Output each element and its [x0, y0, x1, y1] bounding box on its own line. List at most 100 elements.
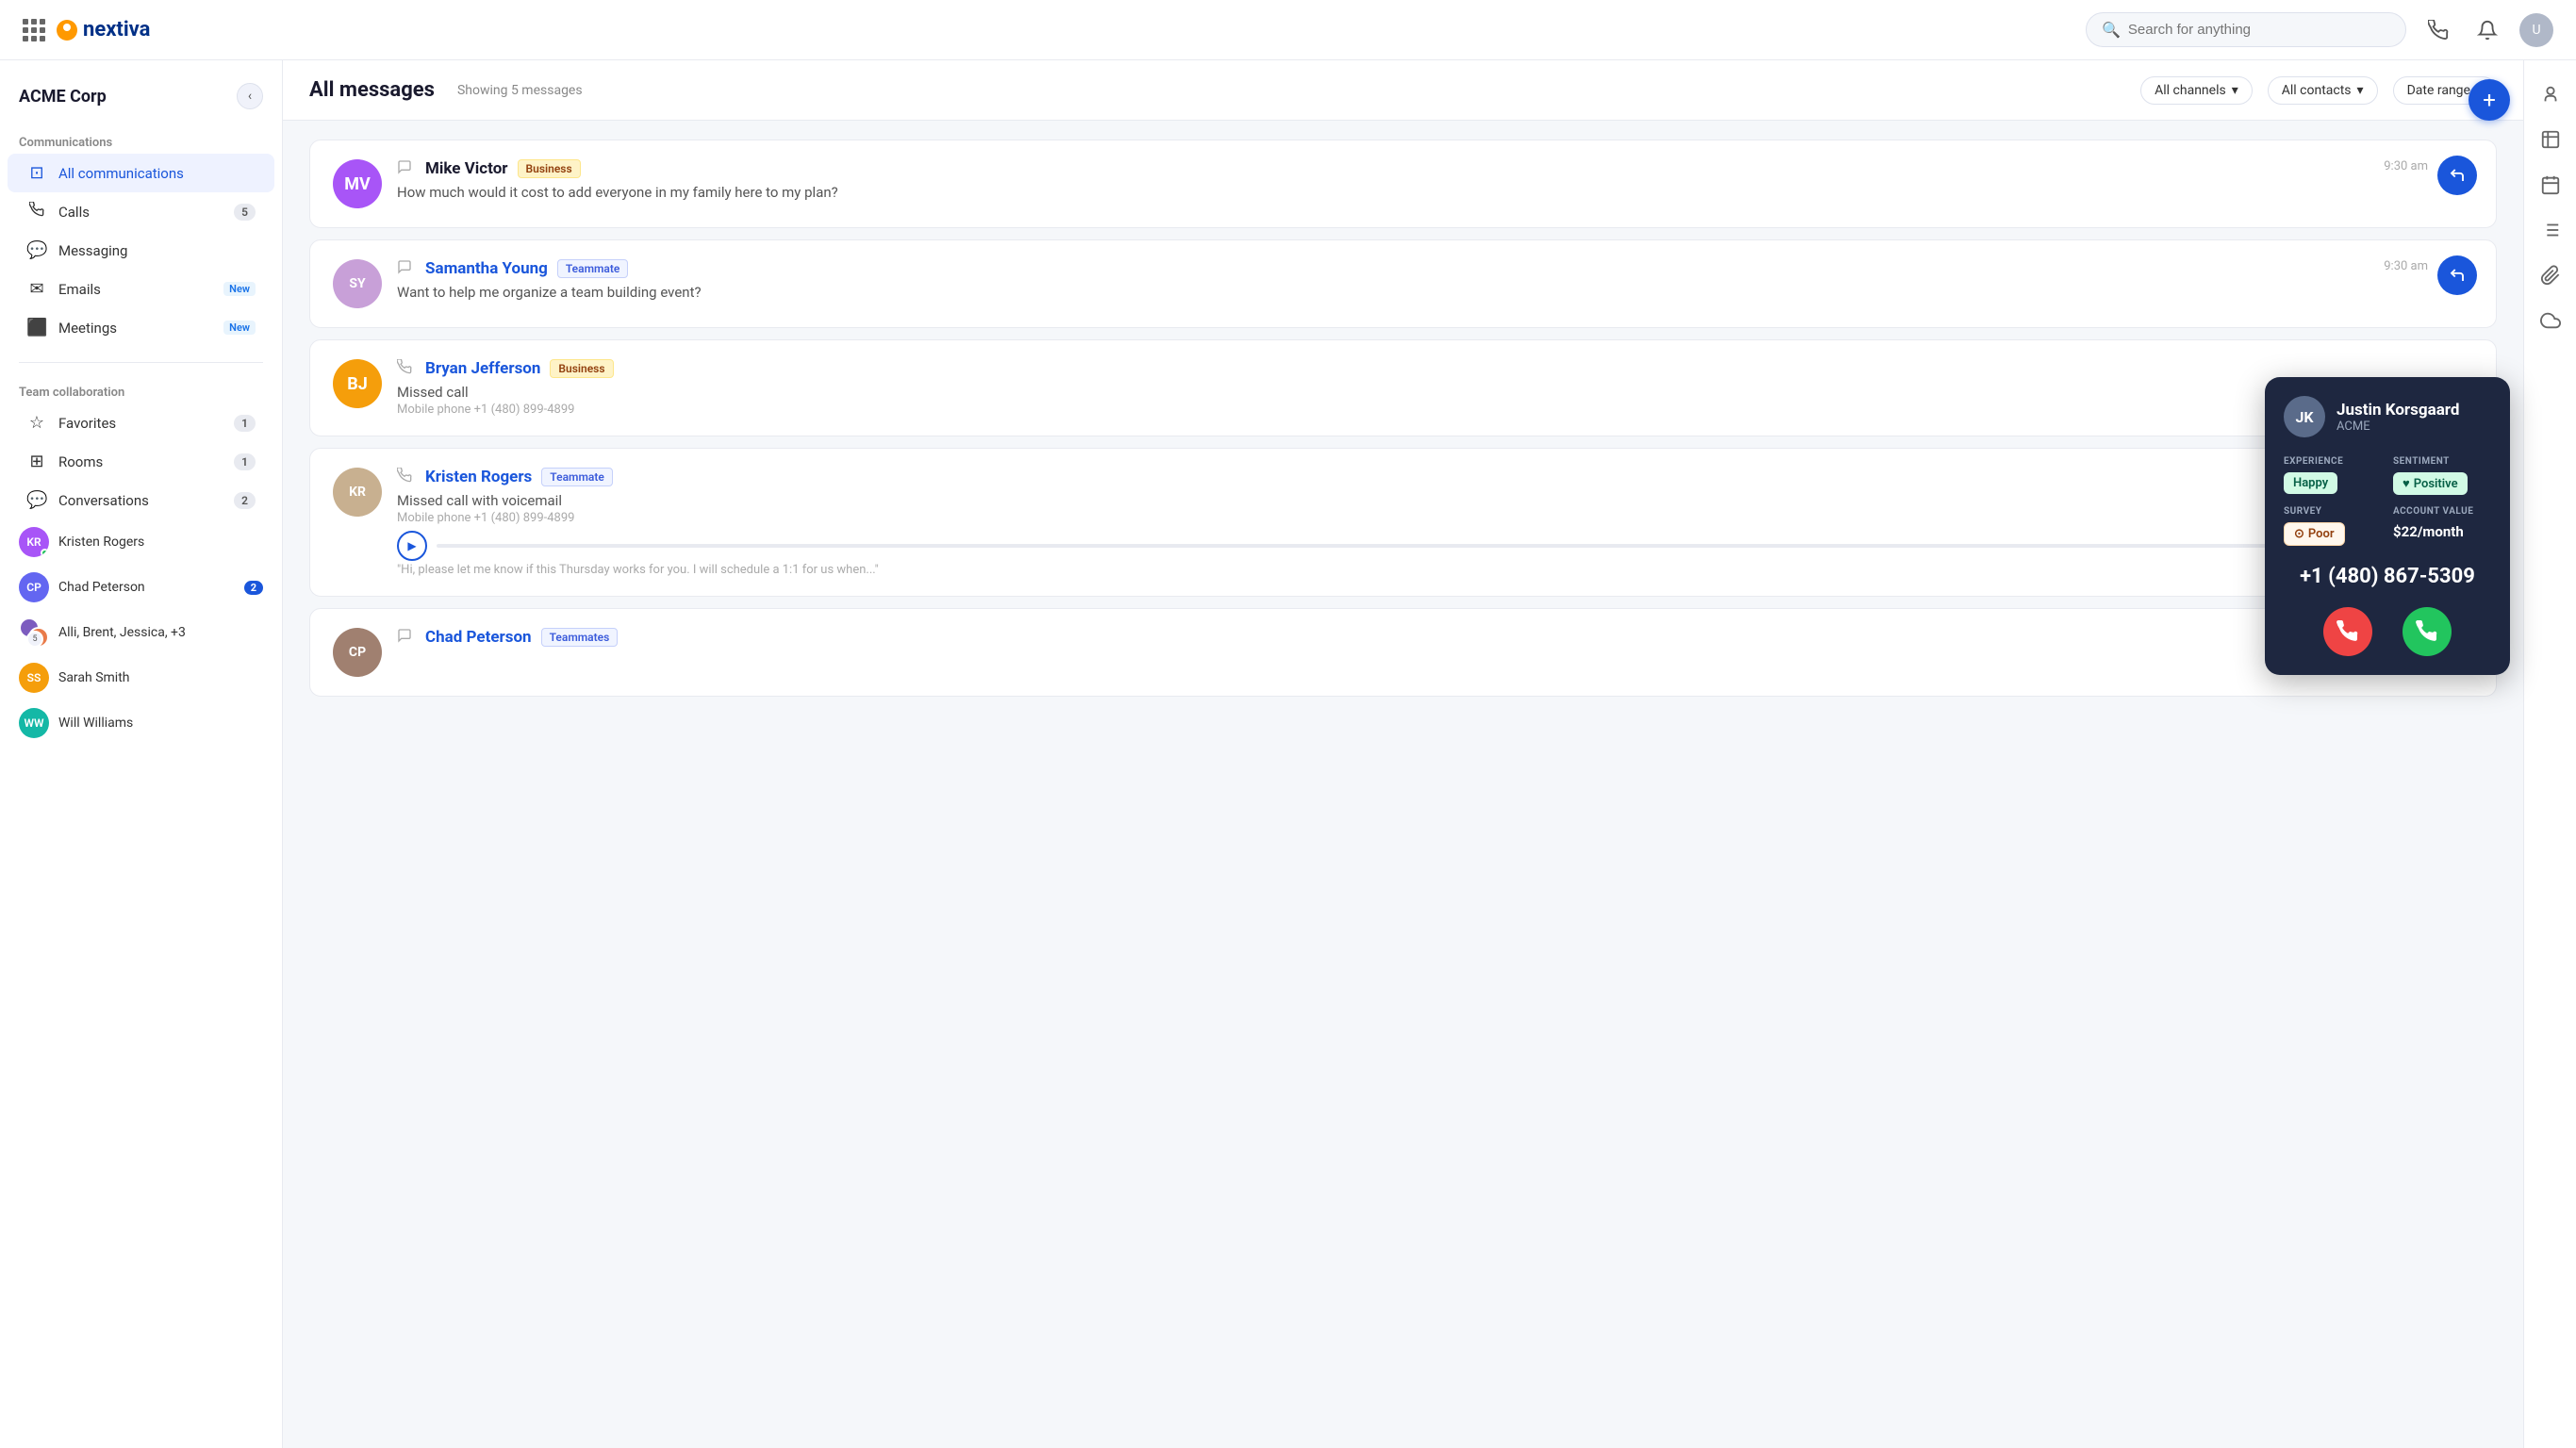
message-card[interactable]: KR Kristen Rogers Teammate Missed call w… [309, 448, 2497, 597]
topnav-center: 🔍 U [150, 12, 2553, 47]
sidebar-item-favorites[interactable]: ☆ Favorites 1 [8, 403, 274, 442]
decline-call-button[interactable] [2323, 607, 2372, 656]
message-header: Kristen Rogers Teammate [397, 468, 2473, 486]
search-input[interactable] [2128, 22, 2390, 38]
reply-button[interactable] [2437, 255, 2477, 295]
conv-avatar: WW [19, 708, 49, 738]
rooms-icon: ⊞ [26, 452, 47, 471]
filter-contacts-button[interactable]: All contacts ▾ [2268, 76, 2378, 105]
conversations-icon: 💬 [26, 490, 47, 510]
conv-item[interactable]: CPChad Peterson2 [0, 565, 282, 610]
communications-section-label: Communications [0, 128, 282, 154]
message-text: Missed call with voicemail [397, 492, 2473, 509]
reply-action [2437, 156, 2477, 195]
play-button[interactable]: ▶ [397, 531, 427, 561]
message-card[interactable]: CP Chad Peterson Teammates 9:30 am [309, 608, 2497, 697]
progress-bar [437, 544, 2405, 548]
search-bar[interactable]: 🔍 [2086, 12, 2406, 47]
survey-label: SURVEY [2284, 506, 2382, 517]
message-avatar: CP [333, 628, 382, 677]
online-indicator [41, 549, 49, 557]
sidebar-item-calls[interactable]: Calls 5 [8, 192, 274, 231]
sidebar-item-messaging[interactable]: 💬 Messaging [8, 231, 274, 270]
main-layout: ACME Corp ‹ Communications ⊡ All communi… [0, 60, 2576, 1448]
message-card[interactable]: SY Samantha Young Teammate Want to help … [309, 239, 2497, 328]
message-sender-name[interactable]: Chad Peterson [425, 628, 532, 647]
rail-list-icon[interactable] [2532, 211, 2569, 249]
avatar-initials: MV [344, 174, 371, 194]
sidebar-item-rooms[interactable]: ⊞ Rooms 1 [8, 442, 274, 481]
conv-item[interactable]: 5 Alli, Brent, Jessica, +3 [0, 610, 282, 655]
message-card[interactable]: MV Mike Victor Business How much would i… [309, 140, 2497, 228]
page-subtitle: Showing 5 messages [457, 83, 583, 98]
sidebar-item-conversations[interactable]: 💬 Conversations 2 [8, 481, 274, 519]
filter-date-label: Date range [2407, 83, 2470, 98]
sidebar-divider-1 [19, 362, 263, 363]
user-avatar[interactable]: U [2519, 13, 2553, 47]
content-header: All messages Showing 5 messages All chan… [283, 60, 2523, 121]
rail-user-icon[interactable] [2532, 75, 2569, 113]
meetings-label: Meetings [58, 320, 212, 337]
message-sender-name[interactable]: Samantha Young [425, 259, 548, 278]
emails-new-badge: New [223, 282, 256, 296]
message-time: 9:30 am [2384, 159, 2428, 173]
message-meta: Mobile phone +1 (480) 899-4899 [397, 511, 2473, 525]
accept-call-button[interactable] [2403, 607, 2452, 656]
message-tag: Teammate [541, 468, 613, 486]
message-tag: Teammate [557, 259, 629, 278]
caller-initials: JK [2295, 408, 2313, 426]
avatar-photo: SY [333, 259, 382, 308]
rooms-label: Rooms [58, 453, 223, 470]
conv-item[interactable]: KRKristen Rogers [0, 519, 282, 565]
sentiment-stat: SENTIMENT ♥ Positive [2393, 456, 2491, 495]
conv-item[interactable]: SSSarah Smith [0, 655, 282, 700]
message-text: Want to help me organize a team building… [397, 284, 2473, 301]
message-meta: Mobile phone +1 (480) 899-4899 [397, 403, 2473, 417]
channel-icon [397, 259, 412, 278]
sidebar-item-all-communications[interactable]: ⊡ All communications [8, 154, 274, 192]
filter-channels-button[interactable]: All channels ▾ [2140, 76, 2253, 105]
rail-cloud-icon[interactable] [2532, 302, 2569, 339]
message-tag: Teammates [541, 628, 619, 647]
message-text: How much would it cost to add everyone i… [397, 184, 2473, 201]
message-body: Samantha Young Teammate Want to help me … [397, 259, 2473, 301]
rail-paperclip-icon[interactable] [2532, 256, 2569, 294]
reply-button[interactable] [2437, 156, 2477, 195]
channel-icon [397, 468, 412, 486]
filter-channels-label: All channels [2155, 83, 2226, 98]
logo[interactable]: nextiva [57, 18, 150, 41]
voicemail-text: "Hi, please let me know if this Thursday… [397, 563, 2473, 577]
sidebar-item-emails[interactable]: ✉ Emails New [8, 270, 274, 308]
call-popup: JK Justin Korsgaard ACME EXPERIENCE Happ… [2265, 377, 2510, 675]
message-sender-name: Mike Victor [425, 159, 508, 178]
message-sender-name[interactable]: Bryan Jefferson [425, 359, 540, 378]
experience-badge: Happy [2284, 472, 2337, 494]
favorites-icon: ☆ [26, 413, 47, 433]
conv-item[interactable]: WWWill Williams [0, 700, 282, 746]
phone-icon[interactable] [2421, 13, 2455, 47]
sub-count: 5 [26, 631, 43, 648]
message-header: Chad Peterson Teammates [397, 628, 2473, 647]
rail-table-icon[interactable] [2532, 121, 2569, 158]
online-indicator [373, 508, 382, 517]
message-body: Kristen Rogers Teammate Missed call with… [397, 468, 2473, 577]
sidebar-item-meetings[interactable]: ⬛ Meetings New [8, 308, 274, 347]
message-card[interactable]: BJ Bryan Jefferson Business Missed call … [309, 339, 2497, 436]
calls-label: Calls [58, 204, 223, 221]
sidebar: ACME Corp ‹ Communications ⊡ All communi… [0, 60, 283, 1448]
rail-calendar-icon[interactable] [2532, 166, 2569, 204]
collapse-button[interactable]: ‹ [237, 83, 263, 109]
message-sender-name[interactable]: Kristen Rogers [425, 468, 532, 486]
sentiment-badge: ♥ Positive [2393, 472, 2468, 495]
messaging-icon: 💬 [26, 240, 47, 260]
bell-icon[interactable] [2470, 13, 2504, 47]
grid-menu-icon[interactable] [23, 19, 45, 41]
message-avatar: KR [333, 468, 382, 517]
add-button[interactable]: + [2469, 79, 2510, 121]
account-value: $22/month [2393, 523, 2464, 540]
filter-contacts-label: All contacts [2282, 83, 2352, 98]
calls-icon [26, 202, 47, 222]
survey-stat: SURVEY ⊙ Poor [2284, 506, 2382, 546]
caller-name: Justin Korsgaard [2337, 401, 2459, 420]
message-body: Bryan Jefferson Business Missed call Mob… [397, 359, 2473, 417]
